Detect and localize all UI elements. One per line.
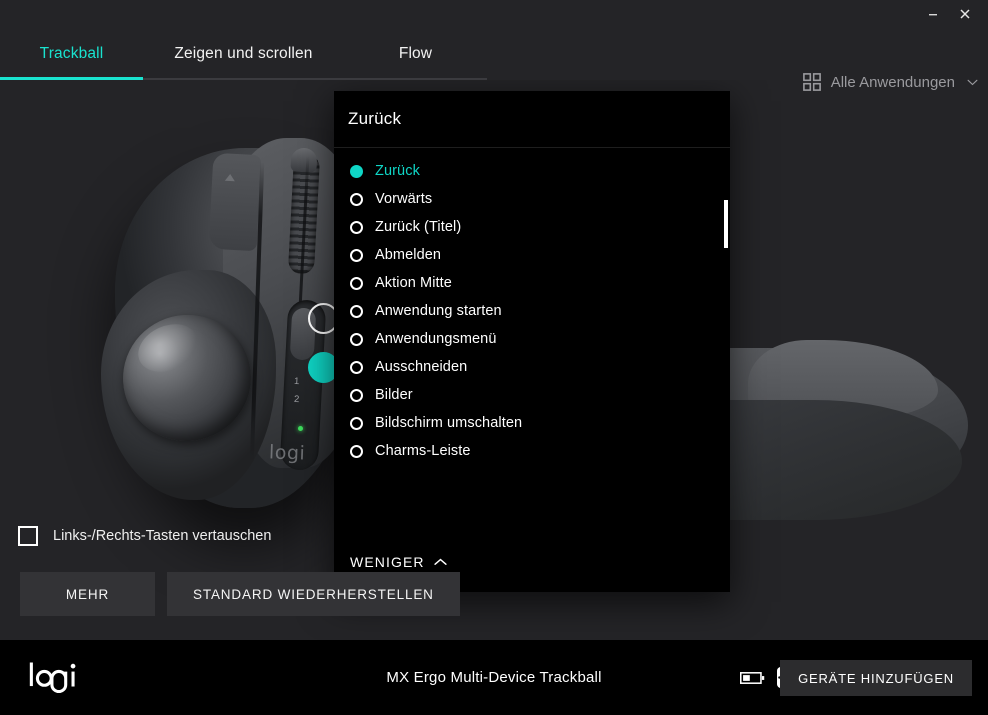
- tab-bar: Trackball Zeigen und scrollen Flow Alle …: [0, 28, 988, 91]
- radio-icon: [350, 416, 363, 430]
- option-vorwaerts[interactable]: Vorwärts: [334, 185, 730, 213]
- panel-scrollbar-thumb[interactable]: [724, 200, 728, 248]
- action-buttons-row: MEHR STANDARD WIEDERHERSTELLEN: [20, 572, 460, 616]
- option-label: Aktion Mitte: [375, 275, 452, 291]
- option-label: Zurück: [375, 163, 420, 179]
- bottom-controls: Links-/Rechts-Tasten vertauschen MEHR ST…: [0, 512, 988, 640]
- option-label: Vorwärts: [375, 191, 433, 207]
- device-channel-label-2: 2: [293, 393, 300, 406]
- logi-logo: [29, 662, 76, 693]
- radio-icon: [350, 276, 363, 290]
- grid-apps-icon: [802, 73, 821, 91]
- option-bildschirm-umschalten[interactable]: Bildschirm umschalten: [334, 409, 730, 437]
- option-label: Charms-Leiste: [375, 443, 471, 459]
- device-logi-emboss: logi: [268, 441, 306, 465]
- close-button[interactable]: [950, 0, 980, 28]
- swap-buttons-label: Links-/Rechts-Tasten vertauschen: [53, 528, 272, 544]
- option-charms-leiste[interactable]: Charms-Leiste: [334, 437, 730, 465]
- option-label: Bildschirm umschalten: [375, 415, 523, 431]
- restore-default-button[interactable]: STANDARD WIEDERHERSTELLEN: [167, 572, 460, 616]
- option-label: Abmelden: [375, 247, 442, 263]
- option-label: Zurück (Titel): [375, 219, 462, 235]
- panel-header: Zurück: [334, 91, 730, 148]
- panel-scrollbar-track[interactable]: [724, 148, 729, 533]
- option-label: Anwendungsmenü: [375, 331, 497, 347]
- minimize-button[interactable]: [918, 0, 948, 28]
- option-anwendung-starten[interactable]: Anwendung starten: [334, 297, 730, 325]
- action-option-list[interactable]: Zurück Vorwärts Zurück (Titel) Abmelden …: [334, 148, 730, 533]
- radio-icon: [350, 444, 363, 458]
- application-selector-label: Alle Anwendungen: [830, 73, 955, 91]
- tab-list: Trackball Zeigen und scrollen Flow: [0, 28, 487, 80]
- option-abmelden[interactable]: Abmelden: [334, 241, 730, 269]
- tab-zeigen-und-scrollen[interactable]: Zeigen und scrollen: [143, 28, 344, 80]
- tab-rail: [143, 78, 487, 80]
- more-button[interactable]: MEHR: [20, 572, 155, 616]
- swap-buttons-checkbox[interactable]: [18, 526, 38, 546]
- device-status-led: [298, 426, 303, 431]
- device-channel-label-1: 1: [293, 375, 300, 388]
- add-devices-button[interactable]: GERÄTE HINZUFÜGEN: [780, 660, 972, 696]
- option-zurueck[interactable]: Zurück: [334, 157, 730, 185]
- radio-icon: [350, 332, 363, 346]
- option-anwendungsmenue[interactable]: Anwendungsmenü: [334, 325, 730, 353]
- option-bilder[interactable]: Bilder: [334, 381, 730, 409]
- option-label: Ausschneiden: [375, 359, 468, 375]
- minimize-icon: [929, 14, 937, 16]
- application-selector[interactable]: Alle Anwendungen: [802, 66, 978, 98]
- status-footer: MX Ergo Multi-Device Trackball GERÄTE HI…: [0, 640, 988, 715]
- radio-icon: [350, 360, 363, 374]
- chevron-down-icon: [967, 79, 978, 85]
- radio-icon: [350, 388, 363, 402]
- option-zurueck-titel[interactable]: Zurück (Titel): [334, 213, 730, 241]
- tab-trackball[interactable]: Trackball: [0, 28, 143, 80]
- swap-buttons-row[interactable]: Links-/Rechts-Tasten vertauschen: [18, 526, 271, 546]
- option-label: Anwendung starten: [375, 303, 502, 319]
- option-label: Bilder: [375, 387, 413, 403]
- option-ausschneiden[interactable]: Ausschneiden: [334, 353, 730, 381]
- radio-icon: [350, 248, 363, 262]
- radio-icon: [350, 220, 363, 234]
- device-triangle-marking: [224, 173, 236, 182]
- radio-icon: [350, 304, 363, 318]
- radio-icon: [350, 192, 363, 206]
- device-top-button: [208, 152, 262, 252]
- option-aktion-mitte[interactable]: Aktion Mitte: [334, 269, 730, 297]
- window-title-bar: [0, 0, 988, 28]
- close-icon: [960, 9, 970, 19]
- radio-icon: [350, 164, 363, 178]
- active-tab-underline: [0, 77, 143, 80]
- battery-icon[interactable]: [740, 671, 765, 685]
- logitech-options-window: Trackball Zeigen und scrollen Flow Alle …: [0, 0, 988, 715]
- panel-title: Zurück: [348, 109, 402, 128]
- tab-flow[interactable]: Flow: [344, 28, 487, 80]
